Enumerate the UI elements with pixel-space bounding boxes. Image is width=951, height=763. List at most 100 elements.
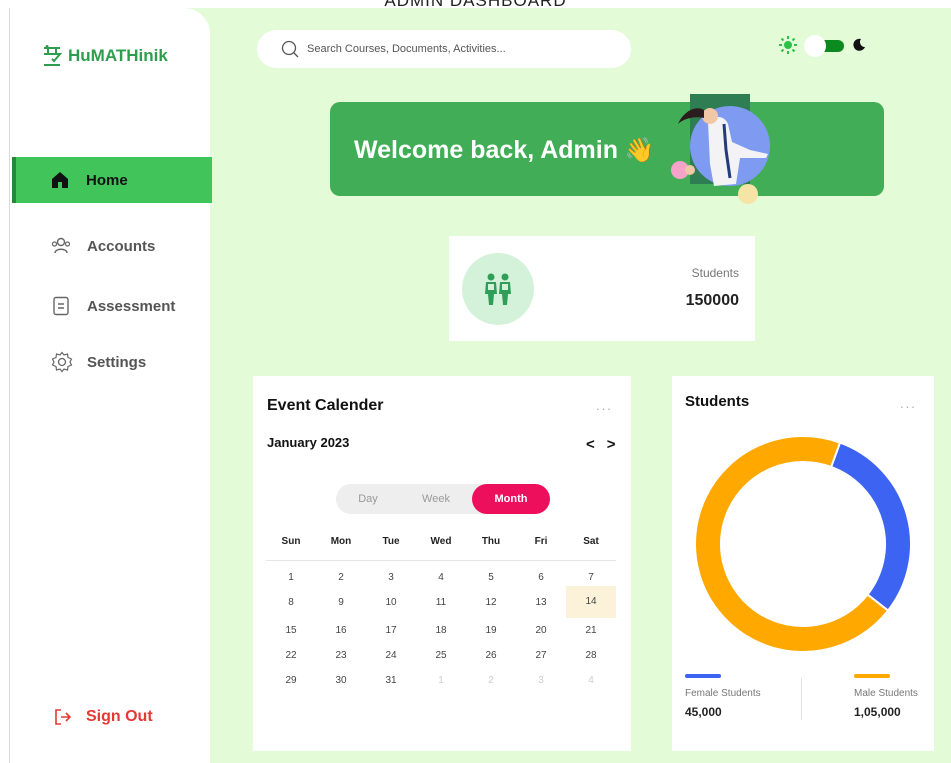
donut-slice-female-students (829, 441, 912, 612)
calendar-day[interactable]: 11 (416, 590, 466, 615)
sidebar: HuMATHinik Home Accounts Assessment Sett… (9, 8, 212, 763)
sidebar-item-accounts[interactable]: Accounts (13, 223, 212, 269)
calendar-day[interactable]: 13 (516, 590, 566, 615)
calendar-day[interactable]: 15 (266, 618, 316, 643)
legend-label: Female Students (685, 688, 761, 699)
calendar-day-highlighted[interactable]: 14 (566, 586, 616, 618)
view-week-tab[interactable]: Week (400, 484, 472, 514)
theme-toggle[interactable] (804, 35, 846, 57)
weekday-label: Thu (481, 536, 501, 547)
chart-more-button[interactable]: ... (900, 396, 917, 411)
stat-value: 150000 (685, 292, 739, 309)
calendar-day[interactable]: 24 (366, 643, 416, 668)
sidebar-item-assessment[interactable]: Assessment (13, 283, 212, 329)
gear-icon (51, 351, 73, 373)
students-stat-card: Students 150000 (449, 236, 755, 341)
logo-icon (44, 45, 62, 66)
calendar-grid: Sun Mon Tue Wed Thu Fri Sat 1 2 3 4 5 6 … (266, 528, 618, 693)
sidebar-item-home[interactable]: Home (12, 157, 212, 203)
sidebar-item-label: Assessment (87, 297, 176, 315)
calendar-day[interactable]: 9 (316, 590, 366, 615)
brand-logo[interactable]: HuMATHinik (42, 45, 168, 67)
view-month-tab[interactable]: Month (472, 484, 550, 514)
calendar-day[interactable]: 18 (416, 618, 466, 643)
calendar-day[interactable]: 4 (416, 565, 466, 590)
search-input[interactable] (307, 43, 607, 55)
calendar-day[interactable]: 12 (466, 590, 516, 615)
calendar-week: 22 23 24 25 26 27 28 (266, 643, 618, 668)
calendar-view-switcher: Day Week Month (336, 484, 550, 514)
calendar-week: 8 9 10 11 12 13 14 (266, 586, 618, 618)
calendar-day[interactable]: 2 (316, 565, 366, 590)
calendar-day[interactable]: 29 (266, 668, 316, 693)
sidebar-item-settings[interactable]: Settings (13, 339, 212, 385)
stat-label: Students (691, 266, 739, 280)
legend-male: Male Students 1,05,000 (854, 674, 930, 719)
calendar-day[interactable]: 5 (466, 565, 516, 590)
view-day-tab[interactable]: Day (336, 484, 400, 514)
sign-out-icon (55, 709, 72, 725)
sign-out-button[interactable]: Sign Out (54, 708, 153, 726)
calendar-day[interactable]: 16 (316, 618, 366, 643)
weekday-label: Mon (330, 536, 352, 547)
search-icon (281, 40, 299, 58)
sidebar-item-label: Accounts (87, 237, 156, 255)
weekday-label: Sun (281, 536, 301, 547)
search-bar[interactable] (257, 30, 631, 68)
chart-title: Students (685, 393, 750, 410)
weekday-header: Sun Mon Tue Wed Thu Fri Sat (266, 528, 618, 556)
calendar-day[interactable]: 27 (516, 643, 566, 668)
calendar-divider (266, 560, 616, 561)
prev-month-button[interactable]: < (586, 436, 595, 453)
welcome-banner: Welcome back, Admin 👋 (330, 94, 884, 204)
calendar-day[interactable]: 6 (516, 565, 566, 590)
sidebar-item-label: Settings (87, 353, 147, 371)
welcome-text: Welcome back, Admin (354, 136, 618, 164)
calendar-day[interactable]: 23 (316, 643, 366, 668)
calendar-more-button[interactable]: ... (596, 398, 613, 413)
toggle-knob (804, 35, 826, 57)
calendar-day[interactable]: 17 (366, 618, 416, 643)
calendar-day[interactable]: 25 (416, 643, 466, 668)
weekday-label: Wed (430, 536, 452, 547)
calendar-day[interactable]: 19 (466, 618, 516, 643)
calendar-day-next-month[interactable]: 4 (566, 668, 616, 693)
home-icon (52, 172, 68, 188)
students-icon (485, 273, 511, 305)
teacher-illustration (671, 94, 770, 204)
legend-female: Female Students 45,000 (685, 674, 785, 719)
calendar-day[interactable]: 31 (366, 668, 416, 693)
calendar-week: 15 16 17 18 19 20 21 (266, 618, 618, 643)
weekday-label: Fri (534, 536, 548, 547)
calendar-day[interactable]: 21 (566, 618, 616, 643)
legend-color-male (854, 674, 890, 678)
sun-icon[interactable] (778, 35, 798, 55)
calendar-day[interactable]: 8 (266, 590, 316, 615)
calendar-day[interactable]: 1 (266, 565, 316, 590)
calendar-title: Event Calender (267, 397, 384, 414)
weekday-label: Sat (583, 536, 599, 547)
sidebar-item-label: Home (86, 171, 128, 189)
welcome-message: Welcome back, Admin 👋 (354, 136, 655, 165)
calendar-day[interactable]: 30 (316, 668, 366, 693)
calendar-day[interactable]: 26 (466, 643, 516, 668)
calendar-day-next-month[interactable]: 2 (466, 668, 516, 693)
calendar-day[interactable]: 20 (516, 618, 566, 643)
students-chart-card: Students ... Female Students 45,000 Male… (672, 376, 934, 751)
calendar-day[interactable]: 3 (366, 565, 416, 590)
moon-icon[interactable] (852, 38, 866, 52)
calendar-nav: < > (586, 436, 616, 453)
sign-out-label: Sign Out (86, 708, 153, 725)
calendar-day[interactable]: 10 (366, 590, 416, 615)
event-calendar-card: Event Calender ... January 2023 < > Day … (253, 376, 631, 751)
calendar-day-next-month[interactable]: 1 (416, 668, 466, 693)
weekday-label: Tue (382, 536, 400, 547)
calendar-day[interactable]: 22 (266, 643, 316, 668)
legend-label: Male Students (854, 688, 918, 699)
legend-divider (801, 678, 802, 720)
calendar-day[interactable]: 28 (566, 643, 616, 668)
stat-icon-circle (462, 253, 534, 325)
calendar-week: 29 30 31 1 2 3 4 (266, 668, 618, 693)
next-month-button[interactable]: > (607, 436, 616, 453)
calendar-day-next-month[interactable]: 3 (516, 668, 566, 693)
